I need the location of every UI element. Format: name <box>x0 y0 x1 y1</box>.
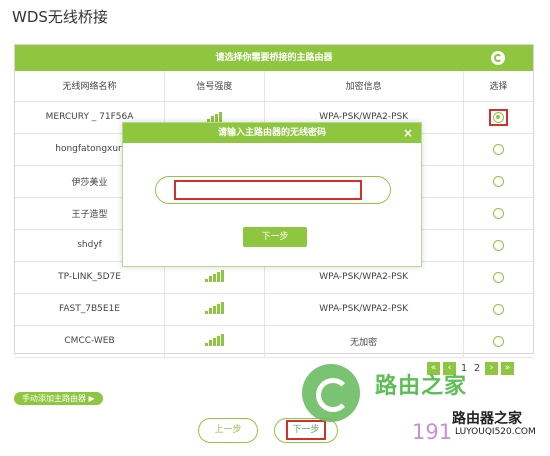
next-step-label: 下一步 <box>286 420 326 440</box>
signal-bar <box>220 269 224 282</box>
column-header-select: 选择 <box>463 71 533 102</box>
signal-bar <box>216 303 220 314</box>
signal-bar <box>208 340 212 346</box>
select-cell <box>463 101 533 134</box>
signal-bar <box>212 306 216 314</box>
select-radio[interactable] <box>492 271 504 283</box>
network-name: CMCC-WEB <box>15 325 166 358</box>
password-dialog: 请输入主路由器的无线密码 × 下一步 <box>122 122 422 267</box>
signal-bar <box>204 278 208 282</box>
signal-bar <box>204 342 208 346</box>
password-field-wrap <box>155 176 391 204</box>
select-cell <box>463 165 533 198</box>
refresh-icon[interactable] <box>491 51 505 65</box>
signal-bars-icon <box>206 110 222 122</box>
close-icon[interactable]: × <box>403 123 413 143</box>
select-cell <box>463 197 533 230</box>
signal-bar <box>216 335 220 346</box>
signal-bar <box>208 276 212 282</box>
column-header-name: 无线网络名称 <box>15 71 166 102</box>
select-radio[interactable] <box>492 207 504 219</box>
signal-bars-icon <box>204 301 224 314</box>
dialog-next-button[interactable]: 下一步 <box>243 227 307 247</box>
manual-add-router-button[interactable]: 手动添加主路由器 ▶ <box>14 392 103 405</box>
watermark-url: LUYOUQI520.COM <box>455 427 536 437</box>
watermark-logo-icon <box>302 364 360 422</box>
dialog-header: 请输入主路由器的无线密码 × <box>123 123 421 143</box>
signal-bar <box>212 338 216 346</box>
select-cell <box>463 261 533 294</box>
signal-strength <box>164 293 265 326</box>
select-cell <box>463 133 533 166</box>
table-row[interactable]: CMCC-WEB 无加密 <box>15 325 533 358</box>
table-header-title: 请选择你需要桥接的主路由器 <box>215 53 333 63</box>
signal-bar <box>212 274 216 282</box>
signal-bar <box>204 310 208 314</box>
page-2-link[interactable]: 2 <box>472 363 482 374</box>
select-cell <box>463 325 533 358</box>
signal-bar <box>216 271 220 282</box>
signal-bar <box>218 111 222 122</box>
page-title: WDS无线桥接 <box>12 8 108 26</box>
signal-bars-icon <box>204 333 224 346</box>
select-radio[interactable] <box>492 335 504 347</box>
previous-step-button[interactable]: 上一步 <box>198 418 258 443</box>
signal-bar <box>214 114 218 122</box>
password-input[interactable] <box>174 180 362 200</box>
table-header: 请选择你需要桥接的主路由器 <box>15 45 533 71</box>
selected-highlight <box>488 108 508 126</box>
column-header-encryption: 加密信息 <box>264 71 464 102</box>
signal-bar <box>210 116 214 122</box>
watermark-brand: 路由之家 <box>375 374 468 399</box>
table-row[interactable]: FAST_7B5E1E WPA-PSK/WPA2-PSK <box>15 293 533 326</box>
network-name: FAST_7B5E1E <box>15 293 166 326</box>
select-cell <box>463 293 533 326</box>
next-page-button[interactable]: › <box>485 362 498 375</box>
select-cell <box>463 229 533 262</box>
dialog-title: 请输入主路由器的无线密码 <box>217 128 326 138</box>
signal-bar <box>220 301 224 314</box>
signal-bar <box>208 308 212 314</box>
encryption-info: 无加密 <box>264 325 464 358</box>
select-radio[interactable] <box>492 111 504 123</box>
column-header-signal: 信号强度 <box>164 71 265 102</box>
encryption-info: WPA-PSK/WPA2-PSK <box>264 293 464 326</box>
select-radio[interactable] <box>492 175 504 187</box>
signal-bars-icon <box>204 269 224 282</box>
signal-bar <box>220 333 224 346</box>
select-radio[interactable] <box>492 239 504 251</box>
last-page-button[interactable]: » <box>501 362 514 375</box>
watermark-brand-2: 路由器之家 <box>452 411 522 427</box>
select-radio[interactable] <box>492 143 504 155</box>
select-radio[interactable] <box>492 303 504 315</box>
watermark-number: 191 <box>412 420 453 444</box>
signal-strength <box>164 325 265 358</box>
